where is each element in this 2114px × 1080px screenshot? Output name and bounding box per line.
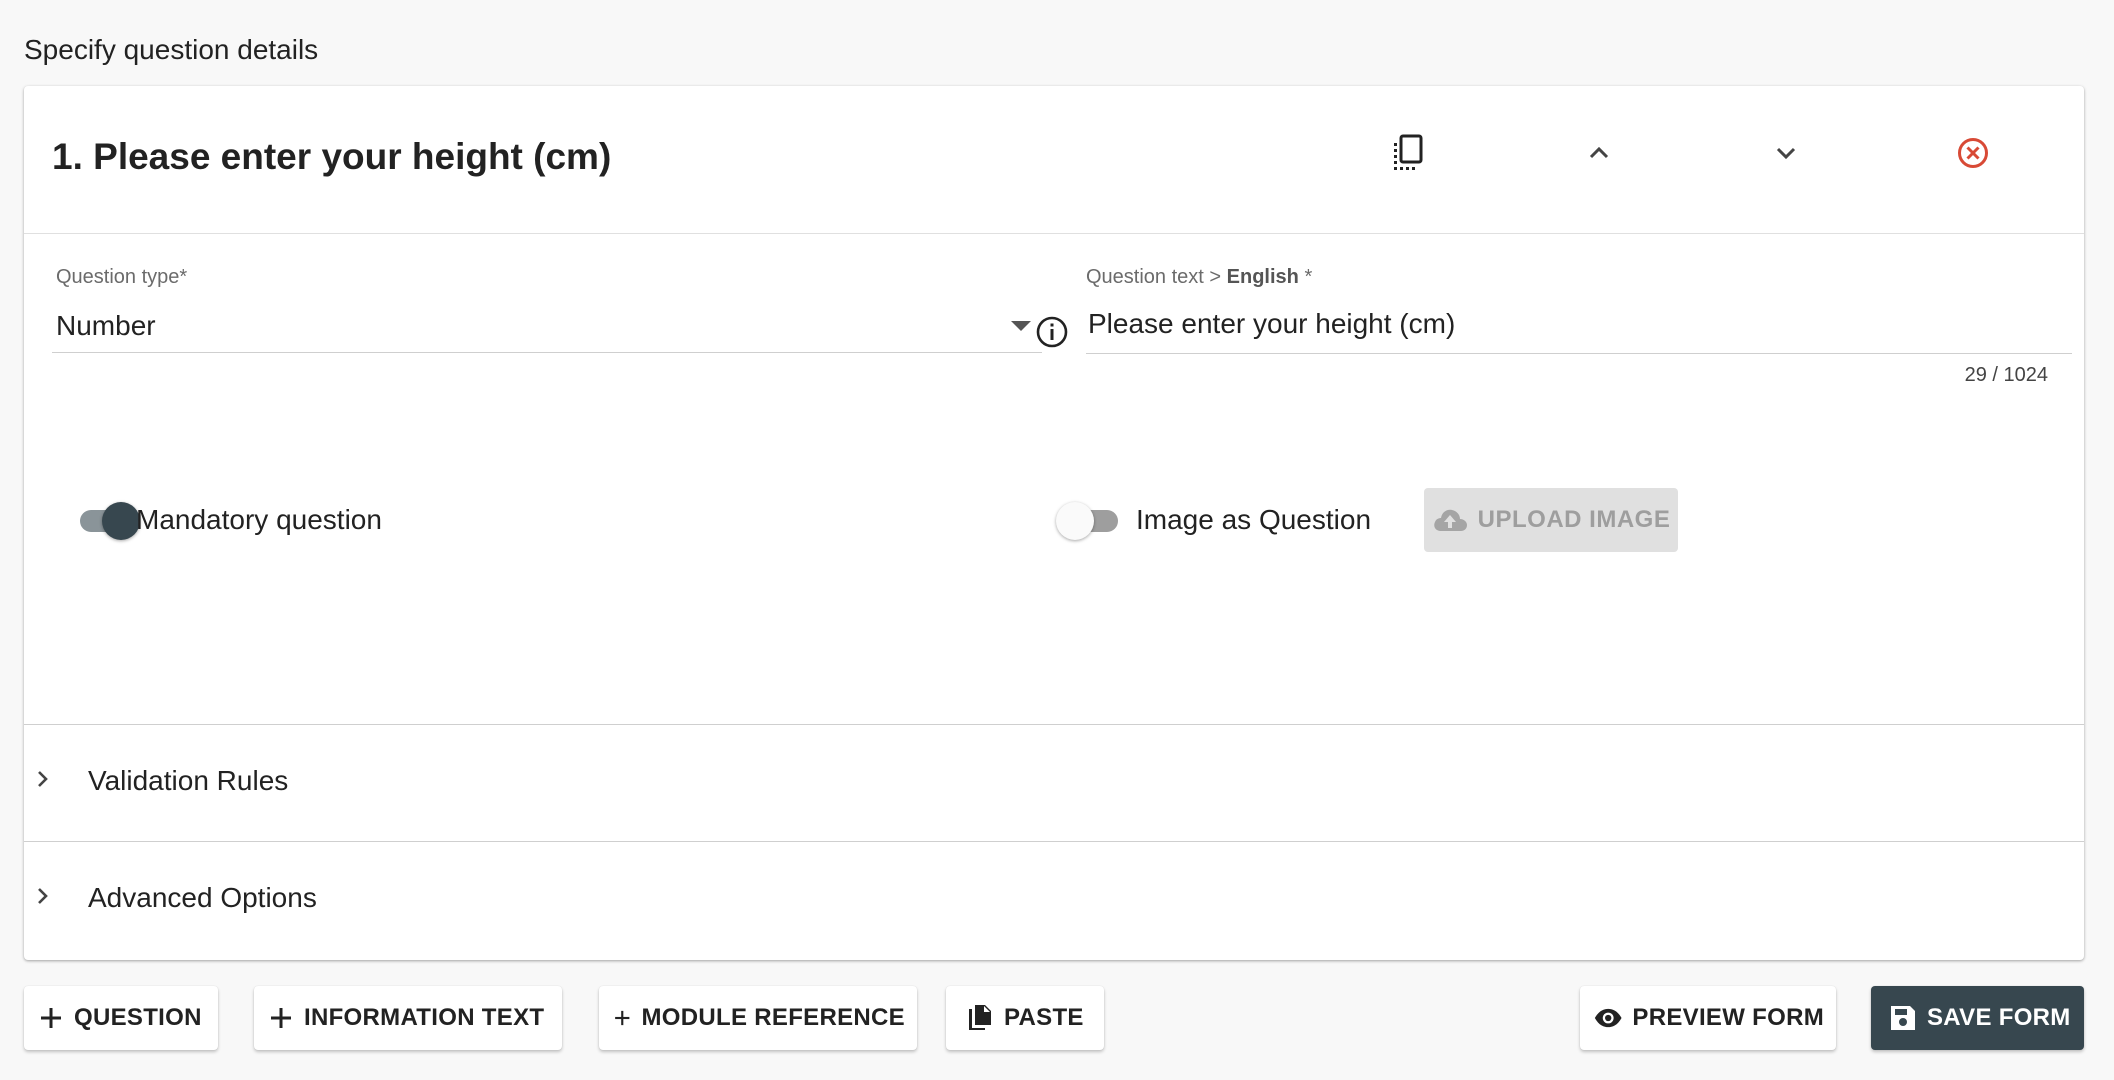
add-information-text-button[interactable]: INFORMATION TEXT [254,986,562,1050]
chevron-right-icon [38,888,48,904]
info-icon[interactable] [1034,314,1070,350]
eye-icon [1594,1008,1622,1028]
switch-thumb [102,502,140,540]
delete-question-button[interactable] [1944,124,2002,182]
cloud-upload-icon [1433,509,1467,531]
plus-icon [271,1008,291,1028]
preview-form-label: PREVIEW FORM [1632,1004,1824,1031]
preview-form-button[interactable]: PREVIEW FORM [1580,986,1836,1050]
duplicate-question-button[interactable] [1380,124,1438,182]
question-title: 1. Please enter your height (cm) [52,136,612,177]
save-icon [1891,1006,1915,1030]
question-type-underline [52,352,1042,353]
paste-button[interactable]: PASTE [946,986,1104,1050]
switch-thumb [1056,502,1094,540]
paste-label: PASTE [1004,1004,1084,1031]
mandatory-question-switch[interactable] [76,500,140,540]
move-question-up-button[interactable] [1570,124,1628,182]
question-card-header: 1. Please enter your height (cm) [24,86,2084,234]
advanced-options-label: Advanced Options [88,882,317,913]
add-module-reference-button[interactable]: MODULE REFERENCE [599,986,917,1050]
page-heading: Specify question details [24,34,319,65]
chevron-down-icon [1776,147,1796,160]
add-question-button[interactable]: QUESTION [24,986,218,1050]
add-information-text-label: INFORMATION TEXT [304,1004,545,1031]
image-as-question-label: Image as Question [1136,504,1372,535]
character-counter: 29 / 1024 [1964,364,2048,386]
question-type-value: Number [56,310,156,341]
question-text-label: Question text > English * [1086,266,1313,288]
chevron-up-icon [1589,146,1609,159]
copy-icon [1394,134,1423,170]
mandatory-question-label: Mandatory question [136,504,382,535]
validation-rules-label: Validation Rules [88,765,289,796]
validation-rules-section[interactable]: Validation Rules [24,724,2084,840]
plus-icon [41,1008,61,1028]
question-type-select[interactable]: Number [52,296,1042,356]
image-as-question-switch[interactable] [1056,500,1120,540]
question-text-underline [1086,353,2072,354]
question-card: 1. Please enter your height (cm) Questio… [24,86,2084,960]
paste-icon [969,1005,991,1030]
question-text-value: Please enter your height (cm) [1088,308,1456,339]
add-module-reference-label: MODULE REFERENCE [641,1004,905,1031]
question-type-label: Question type* [56,266,188,288]
save-form-label: SAVE FORM [1927,1004,2071,1031]
close-circle-icon [1958,138,1988,168]
plus-icon [615,1010,630,1026]
advanced-options-section[interactable]: Advanced Options [24,841,2084,960]
upload-image-button[interactable]: UPLOAD IMAGE [1424,488,1678,552]
chevron-right-icon [38,771,48,787]
upload-image-label: UPLOAD IMAGE [1477,506,1671,533]
dropdown-arrow-icon [1011,321,1031,331]
save-form-button[interactable]: SAVE FORM [1871,986,2084,1050]
move-question-down-button[interactable] [1757,124,1815,182]
add-question-label: QUESTION [74,1004,202,1031]
question-text-input[interactable]: Please enter your height (cm) [1086,296,2072,356]
